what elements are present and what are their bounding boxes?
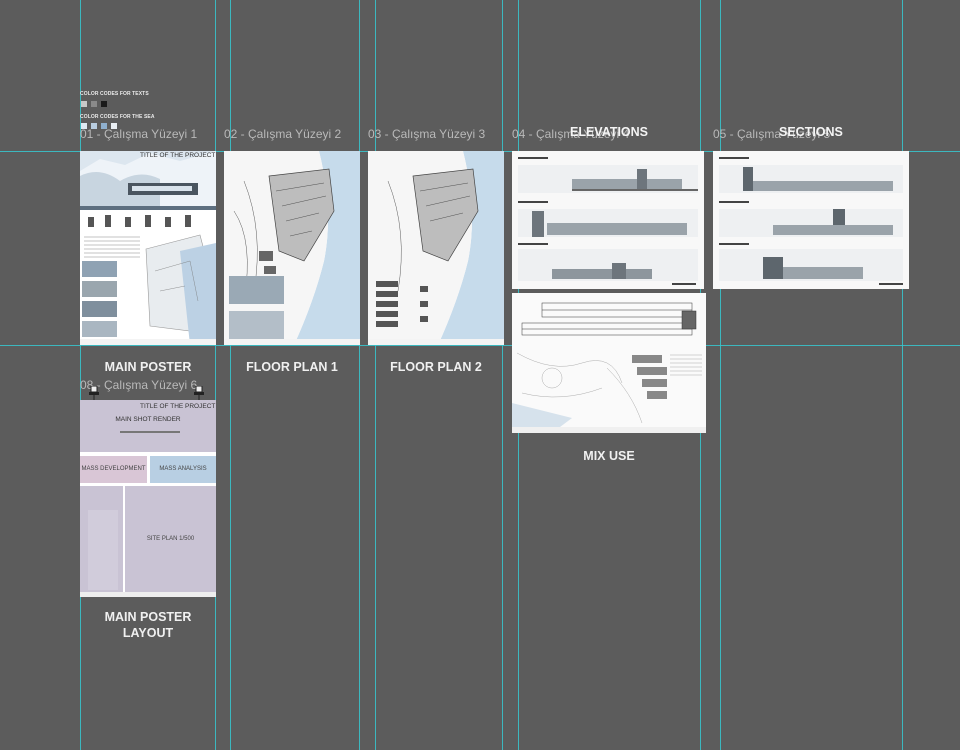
- floor-plan-2-thumbnail: [368, 151, 504, 345]
- main-poster-thumbnail: [80, 151, 216, 345]
- elevations-heading: ELEVATIONS: [570, 125, 649, 139]
- floor-plan-1-thumbnail: [224, 151, 360, 345]
- guide-line[interactable]: [720, 0, 721, 750]
- artboard-sections[interactable]: [713, 151, 909, 289]
- color-swatch: [81, 101, 87, 107]
- guide-line[interactable]: [230, 0, 231, 750]
- guide-line[interactable]: [359, 0, 360, 750]
- artboard-label: FLOOR PLAN 1: [246, 360, 338, 374]
- artboard-label: MIX USE: [583, 449, 635, 463]
- artboard-title[interactable]: 01 - Çalışma Yüzeyi 1: [80, 127, 197, 141]
- artboard-label: MAIN POSTER LAYOUT: [104, 610, 192, 640]
- layout-subtitle-line: [120, 431, 180, 433]
- artboard-main-poster[interactable]: TITLE OF THE PROJECT: [80, 151, 216, 345]
- pin-icon: [194, 386, 204, 400]
- sections-heading: SECTIONS: [779, 125, 843, 139]
- artboard-floor-plan-1[interactable]: [224, 151, 360, 345]
- elevations-thumbnail: [512, 151, 704, 289]
- pin-icon: [89, 386, 99, 400]
- layout-site-plan: SITE PLAN 1/500: [125, 486, 216, 592]
- artboard-title[interactable]: 03 - Çalışma Yüzeyi 3: [368, 127, 485, 141]
- layout-footer: [80, 592, 216, 597]
- color-codes-texts-label: COLOR CODES FOR TEXTS: [80, 91, 149, 97]
- layout-mass-development: MASS DEVELOPMENT: [80, 456, 147, 483]
- artboard-floor-plan-2[interactable]: [368, 151, 504, 345]
- mix-use-thumbnail: [512, 293, 706, 433]
- color-swatch: [91, 101, 97, 107]
- guide-line[interactable]: [0, 345, 960, 346]
- layout-side-inner: [88, 510, 118, 590]
- sections-thumbnail: [713, 151, 909, 289]
- color-codes-sea-label: COLOR CODES FOR THE SEA: [80, 114, 155, 120]
- color-swatch: [101, 101, 107, 107]
- artboard-main-poster-layout[interactable]: TITLE OF THE PROJECT MAIN SHOT RENDER MA…: [80, 400, 216, 597]
- artboard-label: MAIN POSTER: [104, 360, 192, 374]
- guide-line[interactable]: [375, 0, 376, 750]
- artboard-label: FLOOR PLAN 2: [390, 360, 482, 374]
- guide-line[interactable]: [902, 0, 903, 750]
- layout-title: TITLE OF THE PROJECT: [140, 403, 216, 410]
- artboard-elevations[interactable]: [512, 151, 704, 289]
- layout-mass-analysis: MASS ANALYSIS: [150, 456, 216, 483]
- artboard-mix-use[interactable]: [512, 293, 706, 433]
- main-poster-title: TITLE OF THE PROJECT: [140, 152, 216, 159]
- guide-line[interactable]: [502, 0, 503, 750]
- design-canvas[interactable]: COLOR CODES FOR TEXTS COLOR CODES FOR TH…: [0, 0, 960, 750]
- layout-main-shot: MAIN SHOT RENDER: [115, 416, 181, 423]
- artboard-title[interactable]: 02 - Çalışma Yüzeyi 2: [224, 127, 341, 141]
